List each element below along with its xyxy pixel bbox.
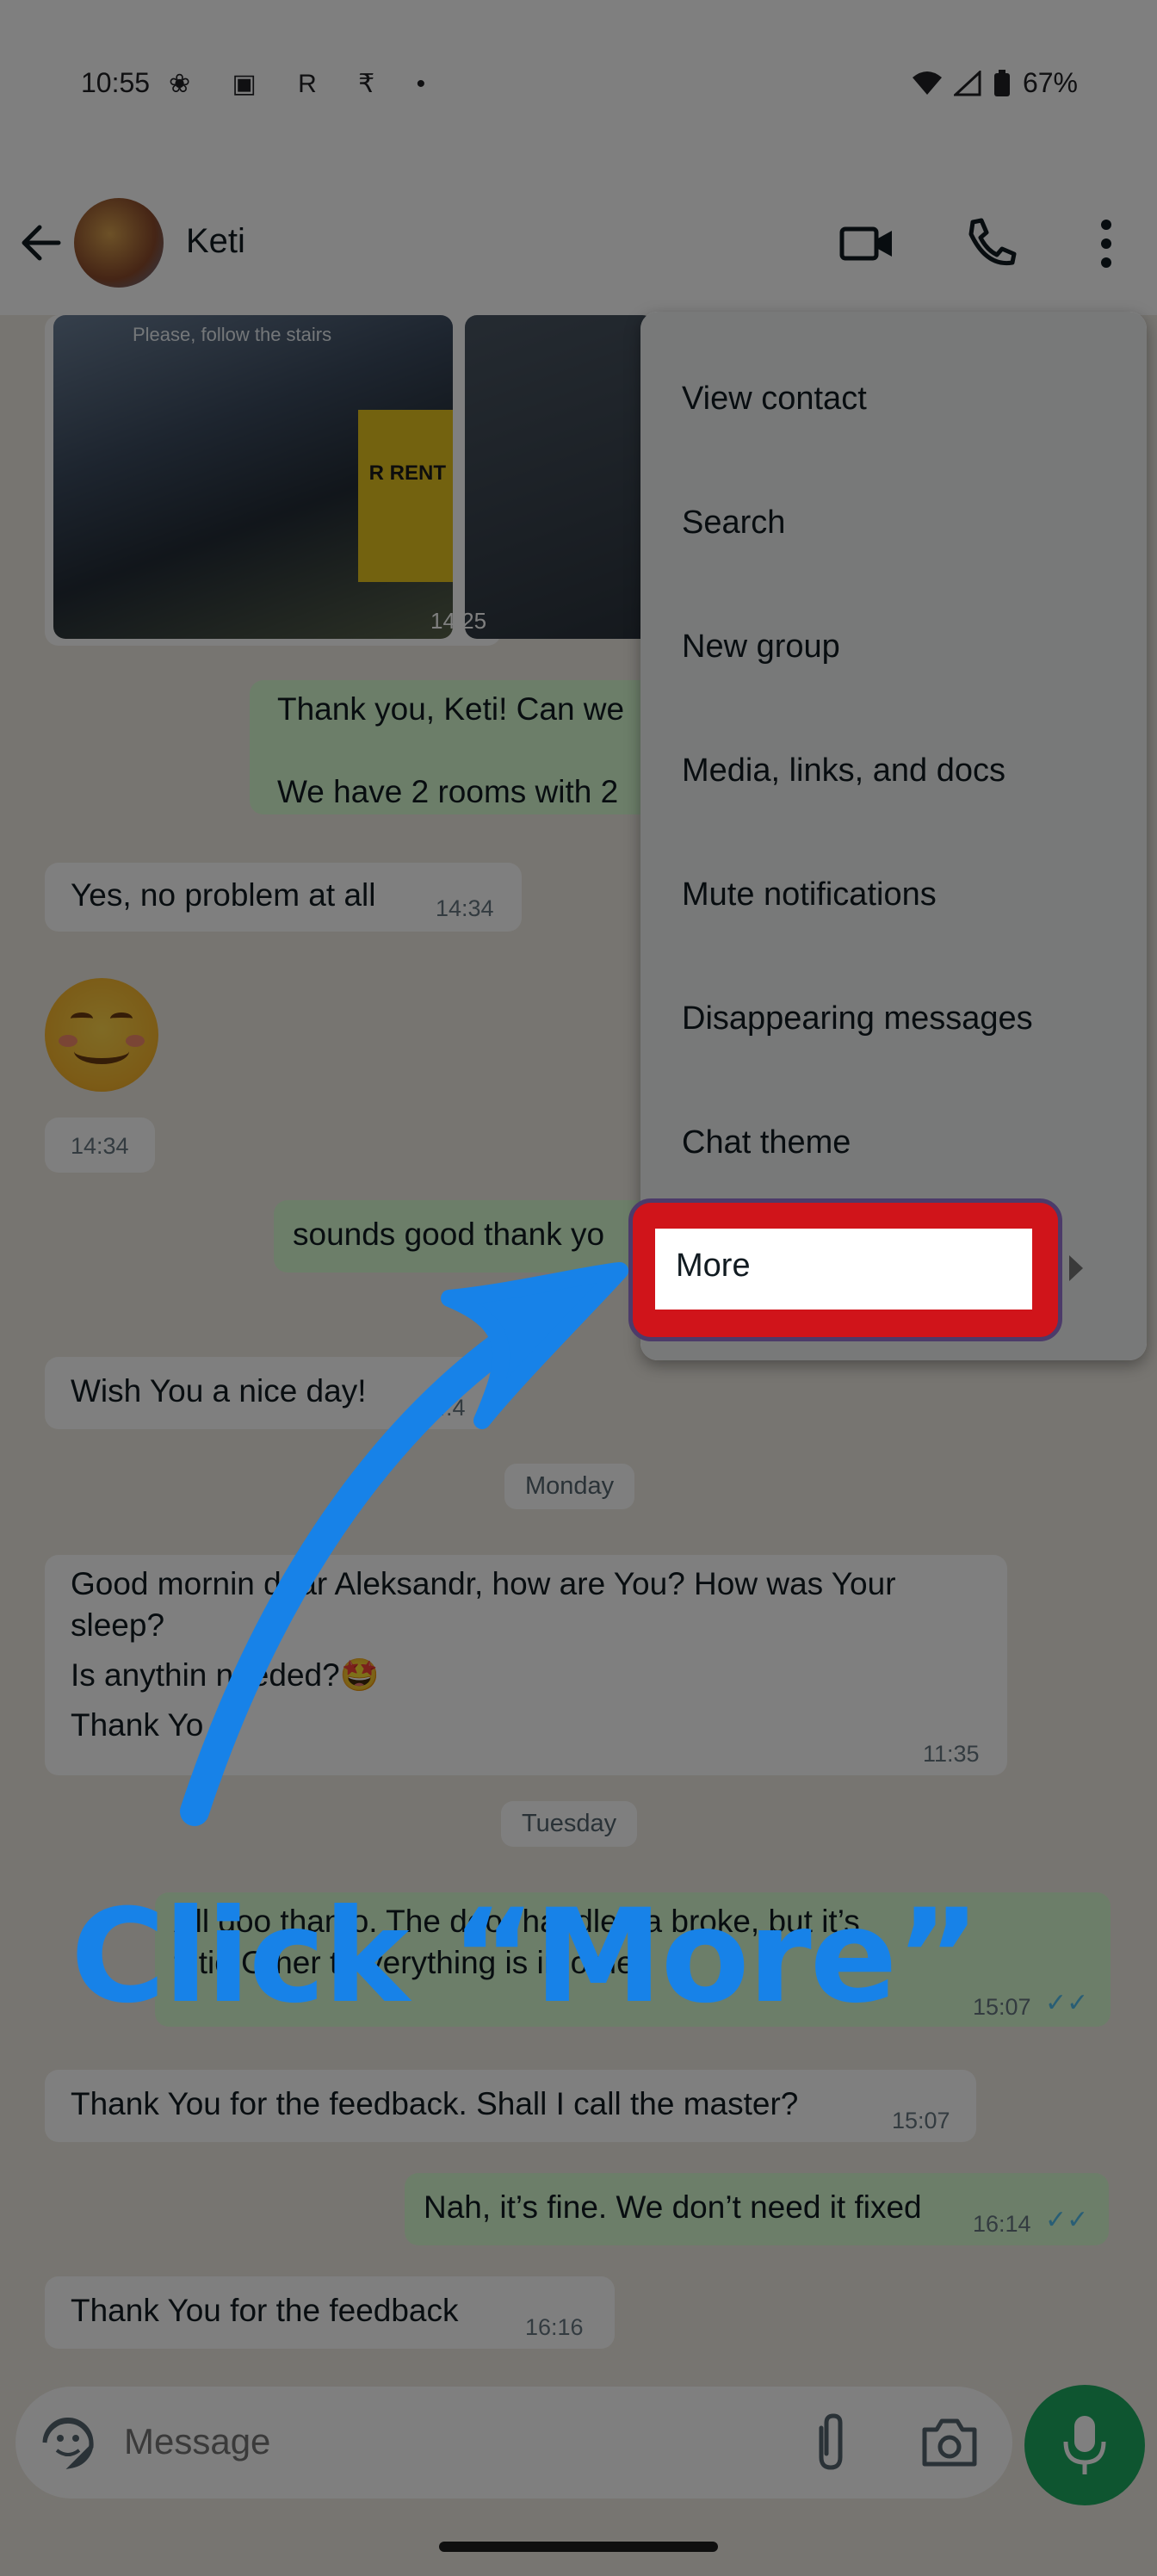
menu-item-more[interactable]: More <box>655 1229 1032 1310</box>
menu-item-more-label: More <box>676 1248 751 1284</box>
more-highlight-box: More <box>628 1198 1062 1341</box>
chevron-right-icon <box>1069 1255 1083 1281</box>
annotation-text: Click “More” <box>71 1882 981 2032</box>
whatsapp-chat-screen: 10:55 ❀ ▣ R ₹ • 67% Keti R <box>0 0 1157 2576</box>
